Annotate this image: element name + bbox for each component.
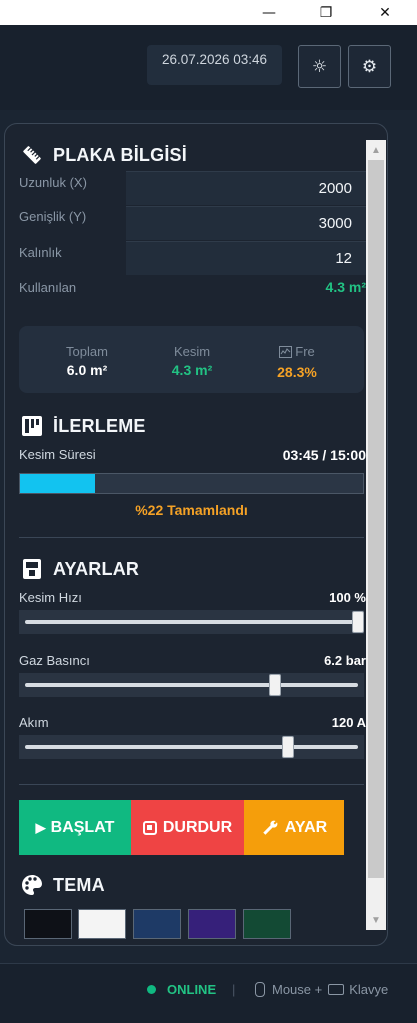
section-divider	[19, 537, 364, 538]
stop-button-label: DURDUR	[162, 818, 233, 836]
thickness-input[interactable]: 12	[126, 241, 366, 275]
sun-icon: ☼	[311, 56, 328, 77]
summary-cut: Kesim 4.3 m²	[137, 344, 247, 378]
start-button-label: BAŞLAT	[50, 818, 115, 836]
theme-toggle-button[interactable]: ☼	[298, 45, 341, 88]
plate-section-title: PLAKA BİLGİSİ	[20, 143, 187, 167]
summary-total-label: Toplam	[66, 344, 108, 359]
speed-slider-thumb[interactable]	[352, 611, 364, 633]
section-divider-2	[19, 784, 364, 785]
keyboard-label-text: Klavye	[349, 982, 389, 997]
connection-status: ONLINE	[167, 982, 217, 997]
wrench-icon	[261, 819, 279, 837]
cut-time-label: Kesim Süresi	[19, 447, 96, 462]
ruler-icon	[20, 143, 44, 167]
adjust-button[interactable]: AYAR	[244, 800, 344, 855]
scroll-down-icon[interactable]: ▼	[366, 910, 386, 930]
footer-separator: |	[232, 982, 236, 997]
gas-pressure-value: 6.2 bar	[324, 653, 366, 668]
cut-time-value: 03:45 / 15:00	[282, 447, 366, 463]
panel-scrollbar[interactable]: ▲ ▼	[366, 140, 386, 930]
keyboard-icon	[328, 984, 345, 995]
input-mode: Mouse + Klavye	[255, 982, 388, 997]
datetime-display: 26.07.2026 03:46	[147, 45, 282, 85]
scroll-thumb[interactable]	[368, 160, 384, 878]
stop-button[interactable]: DURDUR	[131, 800, 244, 855]
minimize-icon[interactable]: —	[249, 0, 289, 25]
theme-swatch-purple[interactable]	[188, 909, 236, 939]
theme-swatch-light[interactable]	[78, 909, 126, 939]
length-input[interactable]: 2000	[126, 171, 366, 205]
width-input[interactable]: 3000	[126, 206, 366, 240]
current-label: Akım	[19, 715, 49, 730]
settings-button[interactable]: ⚙	[348, 45, 391, 88]
summary-cut-label: Kesim	[173, 344, 211, 359]
theme-swatch-blue[interactable]	[133, 909, 181, 939]
machine-icon	[20, 557, 44, 581]
speed-slider-track	[25, 620, 358, 624]
stop-icon	[142, 820, 157, 835]
gear-icon: ⚙	[361, 56, 378, 77]
used-value: 4.3 m²	[325, 279, 366, 295]
adjust-button-label: AYAR	[284, 818, 328, 836]
gas-slider-track	[25, 683, 358, 687]
play-icon: ▶	[35, 819, 46, 835]
gas-pressure-slider[interactable]	[19, 673, 364, 697]
gas-slider-thumb[interactable]	[269, 674, 281, 696]
current-slider[interactable]	[19, 735, 364, 759]
summary-free-label: Fre	[242, 344, 352, 361]
width-label: Genişlik (Y)	[19, 209, 87, 224]
theme-section-title: TEMA	[20, 873, 105, 897]
used-label: Kullanılan	[19, 280, 77, 295]
summary-free: Fre 28.3%	[242, 344, 352, 380]
plate-title-text: PLAKA BİLGİSİ	[53, 144, 187, 165]
mouse-icon	[255, 982, 265, 997]
close-icon[interactable]: ✕	[365, 0, 405, 25]
input-mode-text: Mouse +	[272, 982, 323, 997]
speed-slider[interactable]	[19, 610, 364, 634]
speed-label: Kesim Hızı	[19, 590, 82, 605]
restore-icon[interactable]: ❐	[306, 0, 346, 25]
palette-icon	[20, 873, 44, 897]
progress-fill	[20, 474, 96, 493]
summary-cut-value: 4.3 m²	[171, 362, 213, 378]
progress-section-title: İLERLEME	[20, 414, 146, 438]
thickness-label: Kalınlık	[19, 245, 62, 260]
current-slider-track	[25, 745, 358, 749]
scroll-up-icon[interactable]: ▲	[366, 140, 386, 160]
summary-free-label-text: Fre	[295, 344, 315, 359]
summary-total-value: 6.0 m²	[66, 362, 108, 378]
chart-icon	[279, 346, 293, 361]
summary-total: Toplam 6.0 m²	[32, 344, 142, 378]
start-button[interactable]: ▶ BAŞLAT	[19, 800, 131, 855]
area-summary-card: Toplam 6.0 m² Kesim 4.3 m² Fre 28.3%	[19, 326, 364, 393]
progress-title-text: İLERLEME	[53, 415, 146, 436]
summary-free-value: 28.3%	[277, 364, 317, 380]
current-value: 120 A	[331, 715, 366, 730]
window-titlebar: — ❐ ✕	[0, 0, 417, 25]
theme-swatch-green[interactable]	[243, 909, 291, 939]
gas-pressure-label: Gaz Basıncı	[19, 653, 90, 668]
theme-swatch-dark[interactable]	[24, 909, 72, 939]
cut-progress-bar	[19, 473, 364, 494]
progress-status: %22 Tamamlandı	[135, 502, 248, 518]
theme-title-text: TEMA	[53, 874, 105, 895]
length-label: Uzunluk (X)	[19, 175, 87, 190]
current-slider-thumb[interactable]	[282, 736, 294, 758]
settings-section-title: AYARLAR	[20, 557, 139, 581]
settings-title-text: AYARLAR	[53, 558, 140, 579]
progress-grid-icon	[20, 414, 44, 438]
speed-value: 100 %	[329, 590, 366, 605]
online-dot-icon	[147, 985, 156, 994]
